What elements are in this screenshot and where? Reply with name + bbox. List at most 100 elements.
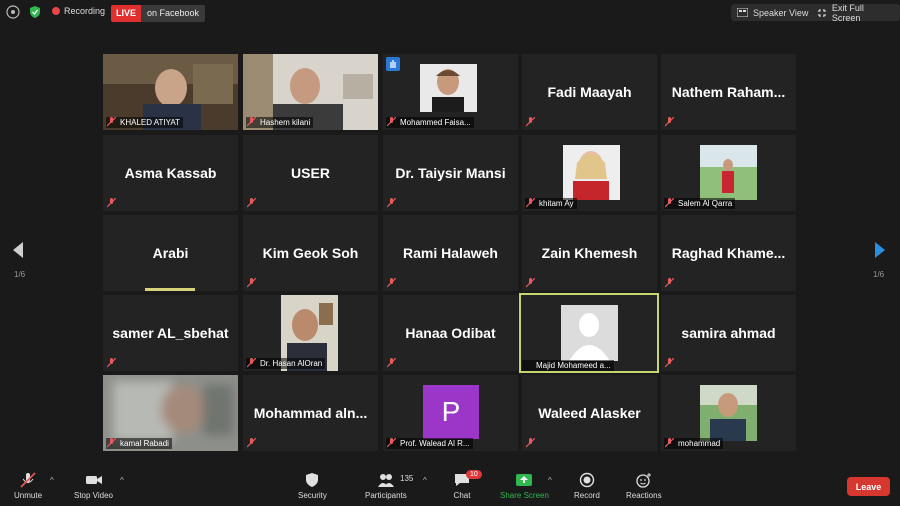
stop-video-button[interactable]: Stop Video xyxy=(74,472,113,500)
muted-mic-icon xyxy=(247,358,256,368)
muted-microphone-icon xyxy=(20,472,36,488)
participant-tile-active-speaker[interactable]: Majid Mohameed a... xyxy=(519,293,659,373)
live-stream-indicator[interactable]: LIVE on Facebook xyxy=(111,5,206,22)
participant-name: Kim Geok Soh xyxy=(262,245,359,261)
reactions-label: Reactions xyxy=(626,491,662,500)
page-indicator-left: 1/6 xyxy=(14,270,26,279)
share-options-caret-icon[interactable]: ^ xyxy=(548,476,552,485)
previous-page-arrow-icon[interactable] xyxy=(10,240,26,260)
security-shield-icon xyxy=(306,473,319,487)
participant-tile[interactable]: Mohammad aln... xyxy=(243,375,378,451)
participant-tile[interactable]: KHALED ATIYAT xyxy=(103,54,238,130)
muted-mic-icon xyxy=(107,438,116,448)
meeting-toolbar: Unmute ^ Stop Video ^ Security Participa… xyxy=(0,466,900,506)
muted-mic-icon xyxy=(387,117,396,127)
smiley-plus-icon xyxy=(636,473,651,488)
muted-mic-icon xyxy=(665,358,674,368)
participant-tile[interactable]: Mohammed Faisa... xyxy=(383,54,518,130)
record-dot-icon xyxy=(52,7,60,15)
participant-tile[interactable]: mohammad xyxy=(661,375,796,451)
share-screen-icon xyxy=(516,474,533,486)
info-icon[interactable] xyxy=(6,5,20,19)
participant-name-container: Mohammad aln... xyxy=(243,375,378,451)
muted-mic-icon xyxy=(247,198,256,208)
participant-tile[interactable]: samira ahmad xyxy=(661,295,796,371)
participant-tile[interactable]: samer AL_sbehat xyxy=(103,295,238,371)
muted-mic-icon xyxy=(247,438,256,448)
unmute-label: Unmute xyxy=(14,491,43,500)
participant-name-label: Prof. Walead Al R... xyxy=(386,438,473,449)
record-button[interactable]: Record xyxy=(574,472,600,500)
exit-full-screen-button[interactable]: Exit Full Screen xyxy=(811,2,900,23)
participant-name: Arabi xyxy=(152,245,189,261)
participant-name-container: Arabi xyxy=(103,215,238,291)
default-avatar-icon xyxy=(561,305,618,361)
participant-name-container: samira ahmad xyxy=(661,295,796,371)
reactions-button[interactable]: Reactions xyxy=(626,472,662,500)
participant-name: samer AL_sbehat xyxy=(112,325,229,341)
participant-name-container: Rami Halaweh xyxy=(383,215,518,291)
share-screen-button[interactable]: Share Screen xyxy=(500,472,549,500)
participant-avatar xyxy=(700,385,757,441)
muted-mic-icon xyxy=(247,278,256,288)
muted-mic-icon xyxy=(526,278,535,288)
muted-mic-icon xyxy=(247,117,256,127)
next-page-arrow-icon[interactable] xyxy=(872,240,888,260)
recording-indicator[interactable]: Recording xyxy=(52,6,105,16)
security-button[interactable]: Security xyxy=(298,472,327,500)
participant-tile[interactable]: kamal Rabadi xyxy=(103,375,238,451)
participant-tile[interactable]: Asma Kassab xyxy=(103,135,238,211)
participant-name-label: Salem Al Qarra xyxy=(664,198,736,209)
participant-name-container: USER xyxy=(243,135,378,211)
participant-name: Nathem Raham... xyxy=(671,84,786,100)
participant-tile[interactable]: Zain Khemesh xyxy=(522,215,657,291)
participant-tile[interactable]: Hanaa Odibat xyxy=(383,295,518,371)
record-icon xyxy=(579,472,595,488)
participant-tile[interactable]: Nathem Raham... xyxy=(661,54,796,130)
participant-name-label: Mohammed Faisa... xyxy=(386,117,474,128)
participant-tile[interactable]: Dr. Taiysir Mansi xyxy=(383,135,518,211)
shield-icon[interactable] xyxy=(28,5,42,19)
participants-count: 135 xyxy=(400,474,414,483)
participant-name-container: Zain Khemesh xyxy=(522,215,657,291)
participant-tile[interactable]: Salem Al Qarra xyxy=(661,135,796,211)
participant-tile[interactable]: Raghad Khame... xyxy=(661,215,796,291)
participant-tile[interactable]: Waleed Alasker xyxy=(522,375,657,451)
participant-tile[interactable]: USER xyxy=(243,135,378,211)
speaker-view-button[interactable]: Speaker View xyxy=(731,4,815,21)
participant-tile[interactable]: Dr. Hasan AlOran xyxy=(243,295,378,371)
participant-tile[interactable]: Hashem kilani xyxy=(243,54,378,130)
participants-icon xyxy=(377,474,394,487)
participant-name: samira ahmad xyxy=(681,325,776,341)
participant-name: Waleed Alasker xyxy=(538,405,641,421)
participant-name-container: samer AL_sbehat xyxy=(103,295,238,371)
exit-full-screen-label: Exit Full Screen xyxy=(831,2,864,23)
participant-tile[interactable]: Arabi xyxy=(103,215,238,291)
participant-name: Hanaa Odibat xyxy=(405,325,496,341)
participant-name: Rami Halaweh xyxy=(403,245,498,261)
live-target: on Facebook xyxy=(141,5,206,22)
participant-tile[interactable]: khitam Ay xyxy=(522,135,657,211)
page-indicator-right: 1/6 xyxy=(873,270,885,279)
audio-options-caret-icon[interactable]: ^ xyxy=(50,476,54,485)
muted-mic-icon xyxy=(387,358,396,368)
participant-name-container: Asma Kassab xyxy=(103,135,238,211)
participant-name: Zain Khemesh xyxy=(541,245,638,261)
chat-unread-badge: 10 xyxy=(466,470,482,479)
muted-mic-icon xyxy=(387,198,396,208)
unmute-button[interactable]: Unmute xyxy=(14,472,42,500)
muted-mic-icon xyxy=(665,278,674,288)
leave-button[interactable]: Leave xyxy=(847,477,890,496)
participants-options-caret-icon[interactable]: ^ xyxy=(423,476,427,485)
video-options-caret-icon[interactable]: ^ xyxy=(120,476,124,485)
top-bar: Recording LIVE on Facebook Speaker View … xyxy=(0,0,900,26)
participant-tile[interactable]: P Prof. Walead Al R... xyxy=(383,375,518,451)
participant-tile[interactable]: Fadi Maayah xyxy=(522,54,657,130)
participant-name-container: Raghad Khame... xyxy=(661,215,796,291)
muted-mic-icon xyxy=(526,117,535,127)
muted-mic-icon xyxy=(107,358,116,368)
participant-tile[interactable]: Kim Geok Soh xyxy=(243,215,378,291)
participant-name-label: Dr. Hasan AlOran xyxy=(246,358,326,369)
muted-mic-icon xyxy=(107,198,116,208)
participant-tile[interactable]: Rami Halaweh xyxy=(383,215,518,291)
